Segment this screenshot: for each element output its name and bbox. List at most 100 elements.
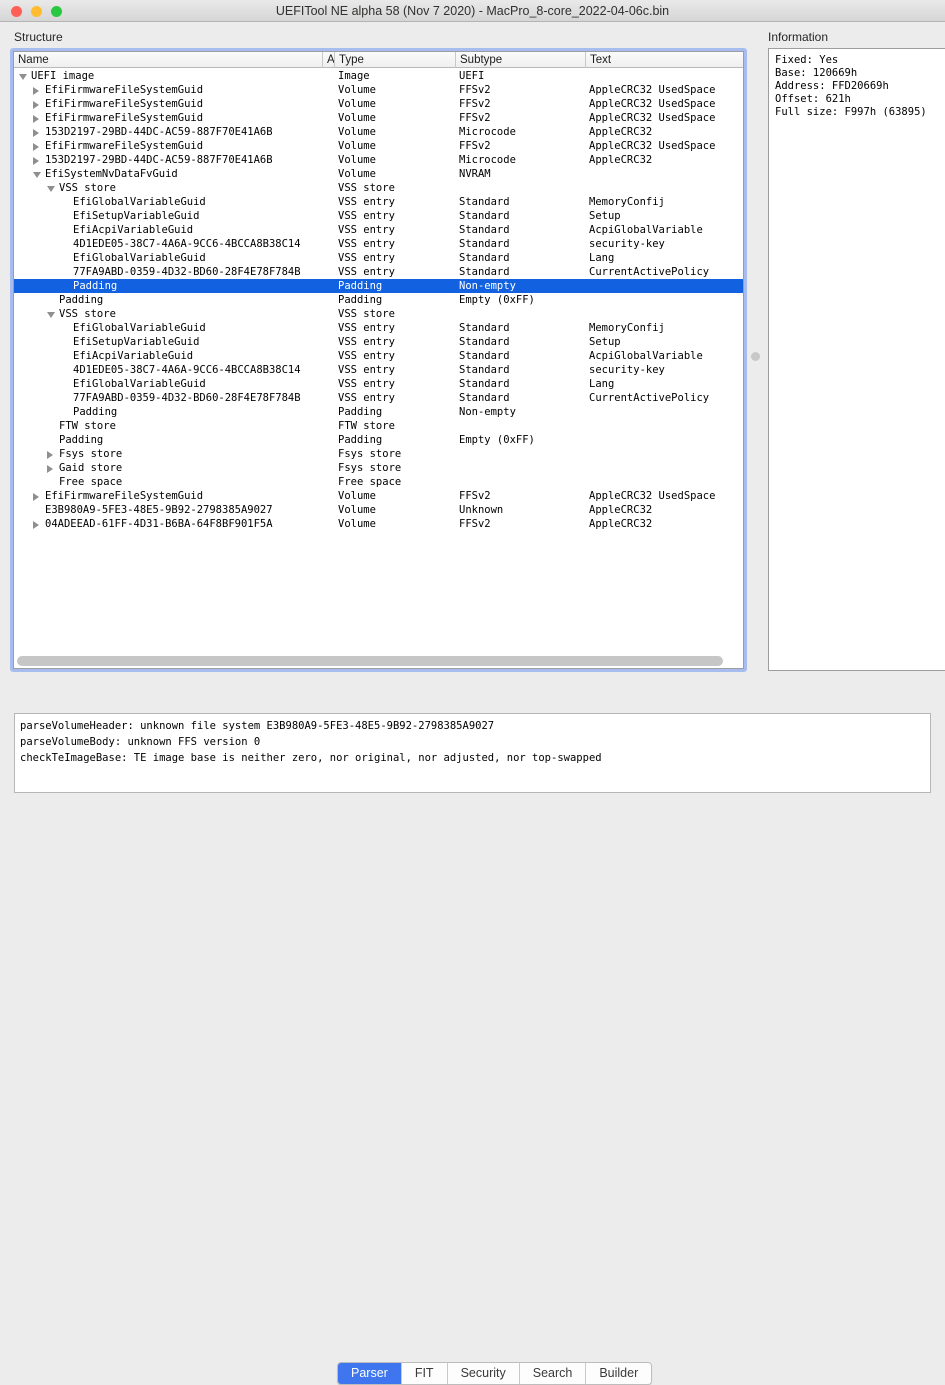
tree-row[interactable]: PaddingPaddingEmpty (0xFF) [14, 433, 743, 447]
tree-row[interactable]: 77FA9ABD-0359-4D32-BD60-28F4E78F784BVSS … [14, 265, 743, 279]
chevron-right-icon[interactable] [33, 493, 39, 501]
tree-row[interactable]: FTW storeFTW store [14, 419, 743, 433]
tree-row[interactable]: EfiFirmwareFileSystemGuidVolumeFFSv2Appl… [14, 83, 743, 97]
chevron-down-icon[interactable] [19, 74, 27, 80]
tree-row[interactable]: EfiFirmwareFileSystemGuidVolumeFFSv2Appl… [14, 111, 743, 125]
tree-row[interactable]: VSS storeVSS store [14, 181, 743, 195]
tree-row-subtype-cell: Standard [455, 335, 589, 349]
tree-row[interactable]: 4D1EDE05-38C7-4A6A-9CC6-4BCCA8B38C14 VSS … [14, 363, 743, 377]
tree-row-subtype-cell: Standard [455, 391, 589, 405]
column-header-attr[interactable]: A [322, 52, 334, 68]
tab-security[interactable]: Security [447, 1363, 519, 1384]
tree-row[interactable]: PaddingPaddingEmpty (0xFF) [14, 293, 743, 307]
tree-row-text-cell: AcpiGlobalVariable [585, 349, 743, 363]
tree-row-name-cell: FTW store [14, 419, 322, 433]
tree-row-type-cell: Volume [334, 139, 459, 153]
tree-row-text-cell: MemoryConfij [585, 195, 743, 209]
tree-row-subtype-cell: FFSv2 [455, 83, 589, 97]
tree-row[interactable]: Free spaceFree space [14, 475, 743, 489]
column-header-subtype[interactable]: Subtype [455, 52, 585, 68]
tree-row[interactable]: 77FA9ABD-0359-4D32-BD60-28F4E78F784BVSS … [14, 391, 743, 405]
column-header-text[interactable]: Text [585, 52, 744, 68]
tree-row-type-cell: VSS entry [334, 251, 459, 265]
tree-row[interactable]: 153D2197-29BD-44DC-AC59-887F70E41A6BVolu… [14, 125, 743, 139]
tree-row[interactable]: EfiGlobalVariableGuidVSS entryStandardLa… [14, 251, 743, 265]
tree-row-name-cell: EfiAcpiVariableGuid [14, 223, 322, 237]
chevron-down-icon[interactable] [33, 172, 41, 178]
tree-row[interactable]: EfiAcpiVariableGuidVSS entryStandardAcpi… [14, 349, 743, 363]
tree-row[interactable]: Gaid storeFsys store [14, 461, 743, 475]
tree-row-label: VSS store [59, 307, 116, 321]
tree-column-header[interactable]: NameATypeSubtypeText [14, 52, 743, 68]
tree-row-subtype-cell: Standard [455, 349, 589, 363]
structure-tree-panel[interactable]: NameATypeSubtypeText UEFI imageImageUEFI… [10, 48, 747, 672]
column-header-type[interactable]: Type [334, 52, 455, 68]
tree-row-text-cell: CurrentActivePolicy [585, 391, 743, 405]
tree-row-label: 4D1EDE05-38C7-4A6A-9CC6-4BCCA8B38C14 [73, 363, 301, 377]
chevron-right-icon[interactable] [47, 465, 53, 473]
splitter-handle-dot[interactable] [751, 352, 760, 361]
tree-row-subtype-cell: UEFI [455, 69, 589, 83]
tree-row-subtype-cell [455, 461, 589, 475]
tree-row-text-cell [585, 433, 743, 447]
tree-row-text-cell: AcpiGlobalVariable [585, 223, 743, 237]
message-log-panel[interactable]: parseVolumeHeader: unknown file system E… [14, 713, 931, 793]
tree-row-name-cell: EfiFirmwareFileSystemGuid [14, 111, 322, 125]
tree-row[interactable]: EfiSetupVariableGuidVSS entryStandardSet… [14, 335, 743, 349]
tab-builder[interactable]: Builder [585, 1363, 651, 1384]
tree-row[interactable]: EfiGlobalVariableGuidVSS entryStandardMe… [14, 321, 743, 335]
tree-horizontal-scrollbar[interactable] [15, 654, 744, 667]
tree-row-type-cell: VSS entry [334, 363, 459, 377]
tree-row[interactable]: EfiGlobalVariableGuidVSS entryStandardMe… [14, 195, 743, 209]
tab-search[interactable]: Search [519, 1363, 586, 1384]
tree-row[interactable]: VSS store VSS store [14, 307, 743, 321]
tree-row-text-cell [585, 307, 743, 321]
chevron-right-icon[interactable] [33, 115, 39, 123]
information-group-label: Information [768, 30, 828, 44]
tree-row[interactable]: EfiFirmwareFileSystemGuidVolumeFFSv2Appl… [14, 97, 743, 111]
tab-fit[interactable]: FIT [401, 1363, 447, 1384]
tree-row-type-cell: Volume [334, 111, 459, 125]
chevron-down-icon[interactable] [47, 312, 55, 318]
chevron-right-icon[interactable] [33, 87, 39, 95]
chevron-right-icon[interactable] [33, 521, 39, 529]
tree-row[interactable]: EfiSetupVariableGuidVSS entryStandardSet… [14, 209, 743, 223]
tree-row[interactable]: 4D1EDE05-38C7-4A6A-9CC6-4BCCA8B38C14 VSS … [14, 237, 743, 251]
tree-row[interactable]: EfiFirmwareFileSystemGuidVolumeFFSv2Appl… [14, 489, 743, 503]
chevron-right-icon[interactable] [47, 451, 53, 459]
tree-row-subtype-cell [455, 307, 589, 321]
tree-row-type-cell: Volume [334, 97, 459, 111]
tree-row[interactable]: Fsys storeFsys store [14, 447, 743, 461]
tree-row[interactable]: EfiGlobalVariableGuidVSS entryStandardLa… [14, 377, 743, 391]
chevron-right-icon[interactable] [33, 143, 39, 151]
chevron-down-icon[interactable] [47, 186, 55, 192]
tree-row[interactable]: EfiFirmwareFileSystemGuidVolumeFFSv2Appl… [14, 139, 743, 153]
tree-row-type-cell: Fsys store [334, 447, 459, 461]
tree-row[interactable]: UEFI imageImageUEFI [14, 69, 743, 83]
tree-row[interactable]: EfiSystemNvDataFvGuidVolumeNVRAM [14, 167, 743, 181]
tab-parser[interactable]: Parser [338, 1363, 401, 1384]
tree-row[interactable]: PaddingPaddingNon-empty [14, 405, 743, 419]
chevron-right-icon[interactable] [33, 101, 39, 109]
tree-row[interactable]: PaddingPaddingNon-empty [14, 279, 743, 293]
tree-row[interactable]: 153D2197-29BD-44DC-AC59-887F70E41A6BVolu… [14, 153, 743, 167]
tree-row-subtype-cell: Microcode [455, 125, 589, 139]
tree-row[interactable]: EfiAcpiVariableGuidVSS entryStandardAcpi… [14, 223, 743, 237]
tree-row-subtype-cell: FFSv2 [455, 97, 589, 111]
tree-row-subtype-cell: Standard [455, 237, 589, 251]
tree-row-label: EfiGlobalVariableGuid [73, 195, 206, 209]
tree-row[interactable]: 04ADEEAD-61FF-4D31-B6BA-64F8BF901F5AVolu… [14, 517, 743, 531]
tree-row[interactable]: E3B980A9-5FE3-48E5-9B92-2798385A9027Volu… [14, 503, 743, 517]
column-header-name[interactable]: Name [14, 52, 322, 68]
chevron-right-icon[interactable] [33, 157, 39, 165]
tree-row-type-cell: Volume [334, 125, 459, 139]
chevron-right-icon[interactable] [33, 129, 39, 137]
tree-row-type-cell: VSS store [334, 307, 459, 321]
tree-row-name-cell: Padding [14, 433, 322, 447]
tree-row-name-cell: 4D1EDE05-38C7-4A6A-9CC6-4BCCA8B38C14 [14, 237, 322, 251]
tree-horizontal-scrollbar-thumb[interactable] [17, 656, 723, 666]
mode-tab-group[interactable]: ParserFITSecuritySearchBuilder [337, 1362, 652, 1385]
tree-row-container[interactable]: UEFI imageImageUEFIEfiFirmwareFileSystem… [14, 69, 743, 657]
tree-row-name-cell: EfiGlobalVariableGuid [14, 321, 322, 335]
tree-row-type-cell: VSS entry [334, 237, 459, 251]
